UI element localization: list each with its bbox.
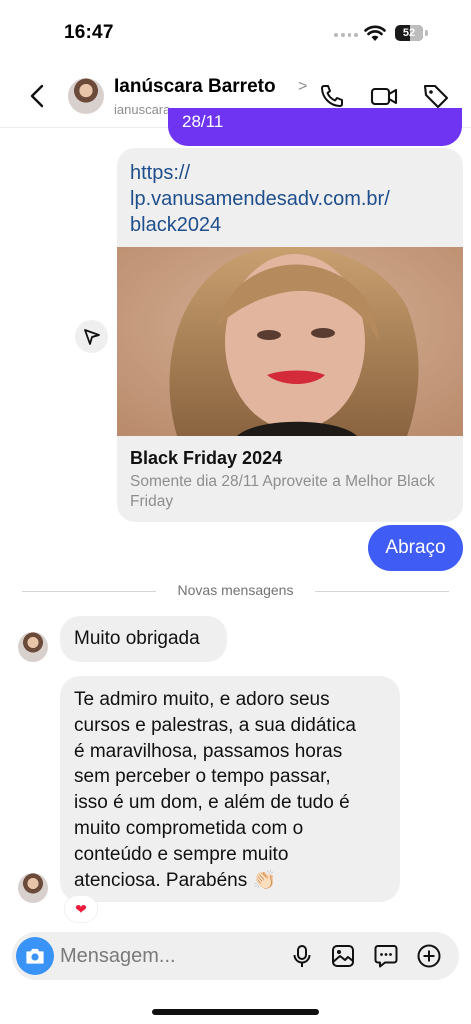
camera-button[interactable]	[16, 937, 54, 975]
wifi-icon	[364, 25, 386, 41]
link-description: Somente dia 28/11 Aproveite a Melhor Bla…	[130, 473, 435, 510]
received-message[interactable]: Muito obrigada	[60, 616, 227, 662]
status-bar: 16:47 52	[0, 0, 471, 62]
back-icon[interactable]	[26, 82, 50, 110]
received-message-text: Muito obrigada	[74, 628, 200, 649]
sender-avatar[interactable]	[18, 873, 48, 903]
gallery-icon[interactable]	[330, 943, 356, 969]
status-time: 16:47	[64, 22, 114, 43]
sent-message[interactable]: Abraço	[368, 525, 463, 571]
link-preview-card[interactable]: https:// lp.vanusamendesadv.com.br/ blac…	[117, 148, 463, 522]
chevron-right-icon[interactable]: >	[298, 78, 307, 96]
sent-message-partial[interactable]: 28/11	[168, 108, 462, 146]
cellular-signal-icon	[334, 33, 358, 39]
received-message[interactable]: Te admiro muito, e adoro seus cursos e p…	[60, 676, 400, 902]
message-composer	[12, 932, 459, 980]
heart-reaction-icon[interactable]: ❤	[65, 896, 97, 922]
link-url[interactable]: https:// lp.vanusamendesadv.com.br/ blac…	[130, 160, 450, 238]
contact-name[interactable]: Ianúscara Barreto	[114, 76, 276, 98]
sticker-icon[interactable]	[373, 943, 399, 969]
battery-icon: 52	[395, 25, 428, 41]
video-call-icon[interactable]	[370, 82, 398, 110]
camera-icon	[26, 948, 44, 964]
tag-icon[interactable]	[422, 82, 450, 110]
link-title: Black Friday 2024	[130, 448, 283, 468]
share-button[interactable]	[75, 320, 108, 353]
new-messages-label: Novas mensagens	[177, 582, 294, 598]
battery-level: 52	[402, 27, 416, 39]
contact-username[interactable]: ianuscara	[114, 102, 170, 117]
mic-icon[interactable]	[289, 943, 315, 969]
sender-avatar[interactable]	[18, 632, 48, 662]
contact-avatar[interactable]	[68, 78, 104, 114]
home-indicator[interactable]	[152, 1009, 319, 1015]
message-input[interactable]	[60, 932, 280, 980]
new-messages-divider: Novas mensagens	[22, 582, 449, 600]
phone-icon[interactable]	[318, 82, 346, 110]
sent-message-partial-text: 28/11	[182, 112, 224, 131]
link-preview-image[interactable]	[117, 247, 463, 436]
plus-icon[interactable]	[416, 943, 442, 969]
send-icon	[83, 328, 100, 345]
